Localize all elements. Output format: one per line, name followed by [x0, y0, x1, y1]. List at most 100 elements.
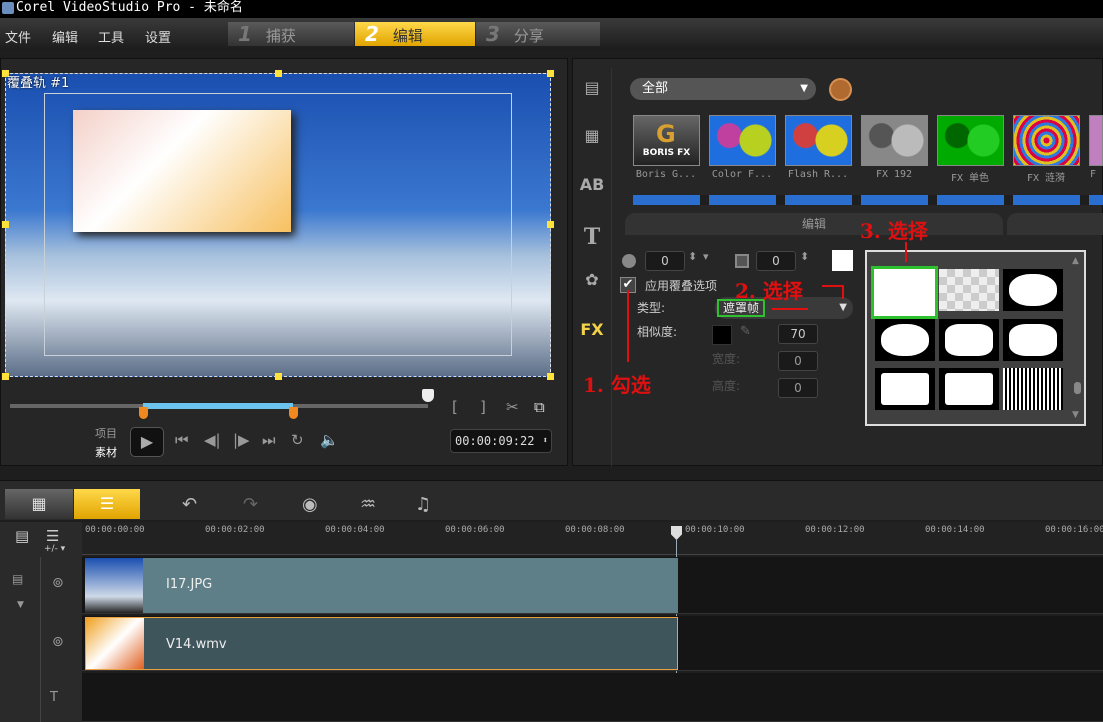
- filter-thumb-boris[interactable]: G BORIS FX: [633, 115, 700, 166]
- category-dropdown[interactable]: 全部 ▼: [630, 78, 816, 100]
- key-color-swatch[interactable]: [712, 325, 732, 345]
- mark-in-button[interactable]: [: [452, 398, 458, 416]
- filter-thumb[interactable]: [937, 115, 1004, 166]
- title-ab-icon[interactable]: AB: [578, 175, 606, 197]
- boris-logo: G: [656, 120, 676, 148]
- filter-thumb[interactable]: [861, 115, 928, 166]
- filter-thumb[interactable]: [709, 115, 776, 166]
- transparency-input[interactable]: 0: [645, 251, 685, 271]
- video-track-icon: ⊚: [52, 634, 64, 650]
- clip-mode-label[interactable]: 素材: [95, 444, 117, 460]
- expand-icon[interactable]: ▼: [17, 600, 24, 610]
- play-button[interactable]: ▶: [130, 427, 164, 457]
- mask-item-selected[interactable]: [871, 266, 938, 319]
- resize-handle[interactable]: [547, 221, 554, 228]
- scroll-up-icon[interactable]: ▲: [1072, 256, 1079, 266]
- chapter-icon[interactable]: ☰: [46, 527, 59, 545]
- filter-thumb[interactable]: [1089, 115, 1103, 166]
- menu-tools[interactable]: 工具: [98, 27, 124, 46]
- resize-handle[interactable]: [275, 373, 282, 380]
- tab-share[interactable]: 3 分享: [476, 22, 600, 46]
- tab-edit-options[interactable]: 编辑: [625, 213, 1003, 235]
- redo-icon[interactable]: ↷: [243, 494, 258, 515]
- thumb-label: Color F...: [711, 169, 773, 180]
- tab-label: 捕获: [265, 27, 296, 45]
- border-color-swatch[interactable]: [832, 250, 853, 271]
- trim-selection[interactable]: [143, 403, 293, 409]
- height-input[interactable]: 0: [778, 378, 818, 398]
- go-start-icon[interactable]: ⏮: [175, 431, 189, 449]
- mask-item[interactable]: [875, 319, 935, 361]
- resize-handle[interactable]: [2, 221, 9, 228]
- timeline-clip-video[interactable]: V14.wmv: [85, 617, 678, 670]
- resize-handle[interactable]: [547, 373, 554, 380]
- record-capture-icon[interactable]: ◉: [302, 494, 318, 515]
- auto-music-icon[interactable]: ♫: [415, 494, 431, 515]
- filter-thumb[interactable]: [785, 115, 852, 166]
- menu-settings[interactable]: 设置: [145, 27, 171, 46]
- timecode-stepper[interactable]: ⬍: [543, 430, 548, 452]
- text-icon[interactable]: T: [578, 224, 606, 250]
- project-mode-label[interactable]: 项目: [95, 425, 117, 441]
- resize-handle[interactable]: [275, 70, 282, 77]
- menu-edit[interactable]: 编辑: [52, 27, 78, 46]
- tab-attributes[interactable]: [1007, 213, 1103, 235]
- spin-arrows[interactable]: ⬍: [688, 250, 697, 263]
- eyedropper-icon[interactable]: ✎: [740, 324, 751, 339]
- next-frame-icon[interactable]: |▶: [233, 431, 250, 449]
- playhead-handle[interactable]: [422, 389, 434, 402]
- timecode-value: 00:00:09:22: [455, 434, 535, 448]
- similarity-input[interactable]: 70: [778, 324, 818, 344]
- mask-item[interactable]: [939, 319, 999, 361]
- storyboard-view-button[interactable]: ▦: [5, 489, 73, 519]
- mask-item[interactable]: [1003, 269, 1063, 311]
- graphics-icon[interactable]: ✿: [578, 270, 606, 292]
- filter-thumbs-row2[interactable]: [633, 195, 1103, 205]
- transition-icon[interactable]: ▦: [578, 126, 606, 148]
- filter-thumb[interactable]: [1013, 115, 1080, 166]
- tab-edit[interactable]: 2 编辑: [355, 22, 475, 46]
- mask-item[interactable]: [1003, 368, 1063, 410]
- volume-icon[interactable]: 🔈: [320, 431, 339, 449]
- resize-handle[interactable]: [2, 373, 9, 380]
- zoom-control[interactable]: +/- ▾: [44, 544, 65, 554]
- trim-start-handle[interactable]: [139, 407, 148, 419]
- timecode-field[interactable]: 00:00:09:22 ⬍: [450, 429, 552, 453]
- resize-handle[interactable]: [547, 70, 554, 77]
- timeline-clip-image[interactable]: I17.JPG: [85, 558, 678, 613]
- tab-capture[interactable]: 1 捕获: [228, 22, 354, 46]
- mask-item[interactable]: [939, 368, 999, 410]
- trim-end-handle[interactable]: [289, 407, 298, 419]
- overlay-track-toggle-icon[interactable]: ▤: [12, 572, 23, 586]
- prev-frame-icon[interactable]: ◀|: [204, 431, 221, 449]
- clip-thumbnail: [86, 618, 144, 669]
- audio-mixer-icon[interactable]: ♒: [360, 494, 376, 515]
- menu-file[interactable]: 文件: [5, 27, 31, 46]
- border-input[interactable]: 0: [756, 251, 796, 271]
- repeat-icon[interactable]: ↻: [291, 431, 304, 449]
- width-input[interactable]: 0: [778, 351, 818, 371]
- enlarge-icon[interactable]: ⧉: [534, 398, 545, 416]
- overlay-image[interactable]: [73, 110, 291, 232]
- mask-item[interactable]: [939, 269, 999, 311]
- ruler-tick: 00:00:14:00: [925, 525, 985, 535]
- media-icon[interactable]: ▤: [578, 78, 606, 100]
- track-manager-icon[interactable]: ▤: [15, 527, 29, 545]
- boris-text: BORIS FX: [642, 148, 691, 158]
- spin-arrows[interactable]: ⬍: [800, 250, 809, 263]
- scroll-down-icon[interactable]: ▼: [1072, 410, 1079, 420]
- height-label: 高度:: [712, 379, 741, 393]
- mask-item[interactable]: [875, 368, 935, 410]
- undo-icon[interactable]: ↶: [182, 494, 197, 515]
- fx-filter-icon[interactable]: FX: [578, 320, 606, 342]
- timeline-view-button[interactable]: ☰: [74, 489, 140, 519]
- scrollbar-thumb[interactable]: [1074, 382, 1081, 394]
- go-end-icon[interactable]: ⏭: [262, 431, 276, 449]
- ruler-tick: 00:00:02:00: [205, 525, 265, 535]
- slider-dropdown[interactable]: ▾: [703, 250, 709, 263]
- title-track[interactable]: [82, 673, 1103, 722]
- mark-out-button[interactable]: ]: [480, 398, 486, 416]
- scissors-icon[interactable]: ✂: [506, 398, 519, 416]
- library-options-icon[interactable]: [829, 78, 852, 101]
- mask-item[interactable]: [1003, 319, 1063, 361]
